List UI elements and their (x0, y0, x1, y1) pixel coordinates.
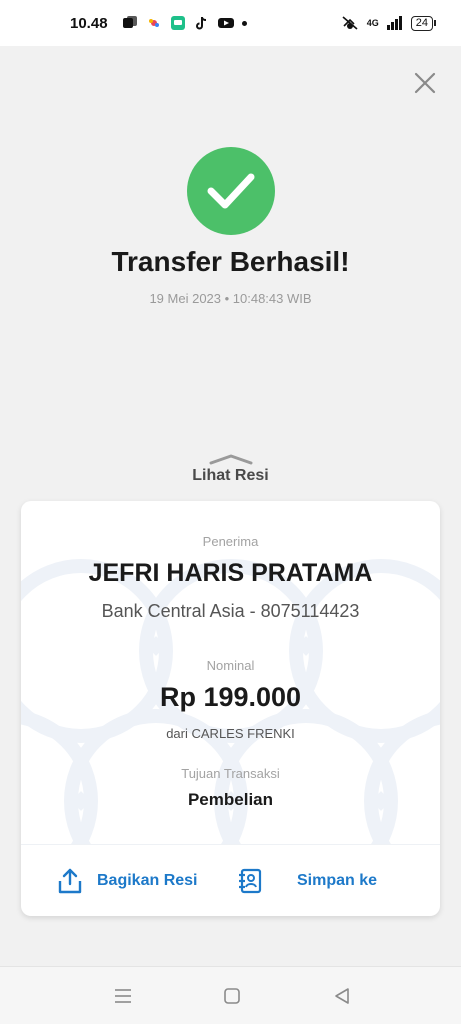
back-icon (335, 988, 349, 1004)
receipt-details: Penerima JEFRI HARIS PRATAMA Bank Centra… (21, 501, 440, 844)
save-contact-icon (239, 868, 262, 894)
recipient-label: Penerima (202, 534, 259, 549)
signal-icon (386, 16, 402, 30)
share-receipt-button[interactable]: Bagikan Resi (57, 863, 197, 899)
recipient-bank-account: Bank Central Asia - 8075114423 (101, 601, 360, 621)
save-to-button[interactable]: Simpan ke (237, 863, 377, 899)
share-icon (58, 868, 82, 894)
chat-app-icon (170, 16, 185, 30)
status-time: 10.48 (70, 14, 108, 32)
purpose-label: Tujuan Transaksi (181, 766, 280, 781)
status-bar: 10.48 4G 24 (0, 0, 461, 46)
checkmark-icon (207, 173, 255, 209)
tiktok-icon (195, 16, 206, 30)
mute-icon (342, 16, 358, 30)
photos-icon (148, 19, 159, 27)
home-button[interactable] (220, 985, 244, 1007)
transfer-amount: Rp 199.000 (159, 682, 302, 712)
share-receipt-label: Bagikan Resi (97, 872, 198, 889)
recent-apps-icon (115, 989, 131, 1003)
receipt-card: Penerima JEFRI HARIS PRATAMA Bank Centra… (21, 501, 440, 916)
success-badge (187, 147, 275, 235)
transaction-timestamp: 19 Mei 2023 • 10:48:43 WIB (149, 291, 312, 306)
save-to-label: Simpan ke (297, 872, 378, 889)
page-title: Transfer Berhasil! (111, 246, 350, 277)
receipt-actions: Bagikan Resi Simpan ke (21, 845, 440, 916)
app-notification-icon (122, 16, 137, 28)
nominal-label: Nominal (206, 658, 255, 673)
network-type: 4G (366, 18, 379, 28)
more-notifications-dot (241, 20, 247, 26)
system-status: 4G 24 (341, 15, 437, 31)
back-button[interactable] (330, 985, 354, 1007)
view-receipt-toggle[interactable]: Lihat Resi (150, 453, 311, 493)
close-icon (414, 72, 436, 94)
battery-indicator: 24 (410, 15, 437, 31)
notification-icons (122, 16, 247, 30)
sender-name: dari CARLES FRENKI (166, 726, 295, 741)
view-receipt-label: Lihat Resi (192, 467, 269, 484)
youtube-icon (217, 18, 234, 28)
system-navigation-bar (0, 966, 461, 1024)
close-button[interactable] (410, 68, 440, 98)
transaction-purpose: Pembelian (187, 790, 274, 809)
recent-apps-button[interactable] (111, 985, 135, 1007)
recipient-name: JEFRI HARIS PRATAMA (88, 559, 373, 587)
chevron-up-icon (209, 454, 252, 465)
home-icon (224, 988, 240, 1004)
